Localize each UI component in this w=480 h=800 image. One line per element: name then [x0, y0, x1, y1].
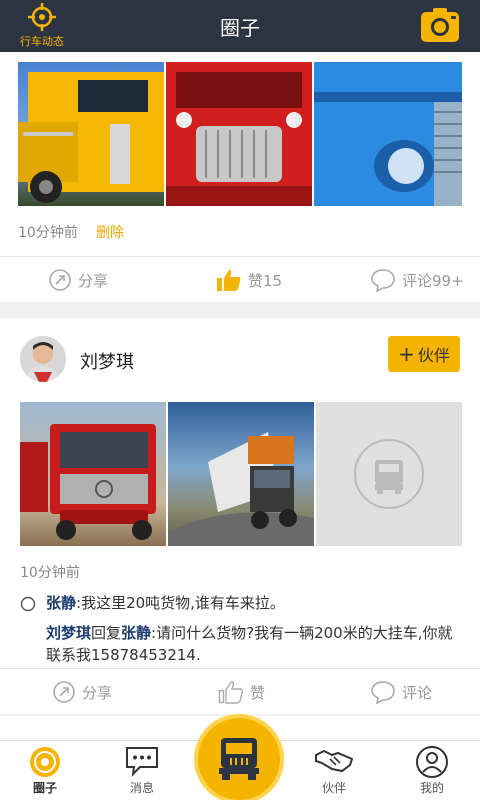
post-time: 10分钟前 [18, 225, 78, 241]
like-button[interactable]: 赞15 [216, 257, 282, 303]
comment-label: 评论 [402, 683, 433, 702]
share-button[interactable]: 分享 [52, 669, 112, 715]
tab-partners[interactable]: 伙伴 [294, 741, 374, 800]
app-header: 行车动态 圈子 [0, 0, 480, 52]
post-photo[interactable] [20, 402, 166, 546]
blue-truck-image [314, 62, 462, 206]
like-label: 赞 [250, 683, 266, 702]
tab-circle[interactable]: 圈子 [5, 741, 85, 800]
reply-author-name[interactable]: 刘梦琪 [46, 624, 91, 642]
commenter-name[interactable]: 张静 [46, 594, 76, 612]
user-photo [20, 336, 66, 382]
tab-label: 伙伴 [321, 781, 346, 795]
truck-placeholder-icon [354, 439, 424, 509]
avatar[interactable] [20, 336, 66, 382]
post-time: 10分钟前 [20, 565, 80, 581]
thumbs-up-icon [217, 269, 241, 291]
post-photos [20, 402, 462, 546]
share-label: 分享 [82, 683, 113, 702]
tab-label: 我的 [419, 781, 444, 795]
comment-count: 评论99+ [402, 271, 464, 290]
yellow-truck-image [18, 72, 164, 203]
comment-bubble-icon [20, 596, 36, 612]
comment-text: :我这里20吨货物,谁有车来拉。 [76, 594, 285, 612]
tab-label: 消息 [129, 781, 154, 795]
comment-button[interactable]: 评论 [370, 669, 432, 715]
profile-icon [416, 746, 448, 778]
reply-target-name[interactable]: 张静 [121, 624, 151, 642]
post-actions: 分享 赞15 评论99+ [0, 256, 480, 302]
tab-messages[interactable]: 消息 [102, 741, 182, 800]
tab-mine[interactable]: 我的 [392, 741, 472, 800]
delete-button[interactable]: 删除 [96, 222, 124, 242]
orange-scania-truck-image [168, 432, 314, 546]
post-card: 10分钟前 删除 分享 赞15 评论99+ [0, 52, 480, 302]
add-partner-label: 伙伴 [417, 346, 450, 365]
circle-target-icon [30, 747, 60, 777]
center-truck-button[interactable] [194, 714, 284, 800]
post-photo[interactable] [166, 62, 312, 206]
comment-item: 张静:我这里20吨货物,谁有车来拉。 [20, 592, 460, 614]
camera-button[interactable] [420, 6, 460, 44]
post-photo[interactable] [168, 402, 314, 546]
post-actions: 分享 赞 评论 [0, 668, 480, 714]
share-icon [49, 269, 71, 291]
handshake-icon [315, 749, 354, 773]
post-photo[interactable] [18, 62, 164, 206]
post-card: 刘梦琪 + 伙伴 10分钟前 张静:我这里20吨货物,谁有车来拉。 刘梦琪回复张… [0, 318, 480, 714]
comment-icon [371, 681, 395, 704]
like-count: 赞15 [248, 271, 283, 290]
truck-icon [219, 738, 259, 780]
comment-icon [371, 269, 395, 292]
message-icon [126, 747, 158, 777]
share-label: 分享 [78, 271, 109, 290]
tab-label: 圈子 [32, 781, 57, 795]
page-title: 圈子 [220, 16, 260, 40]
reply-word: 回复 [91, 624, 122, 642]
post-photo[interactable] [314, 62, 462, 206]
plus-icon: + [398, 342, 415, 366]
reply-item: 刘梦琪回复张静:请问什么货物?我有一辆200米的大挂车,你就联系我1587845… [20, 622, 466, 666]
comment-button[interactable]: 评论99+ [370, 257, 464, 303]
post-author-name[interactable]: 刘梦琪 [80, 348, 134, 374]
share-button[interactable]: 分享 [48, 257, 108, 303]
photo-placeholder[interactable] [316, 402, 462, 546]
post-photos [18, 62, 462, 206]
add-partner-button[interactable]: + 伙伴 [388, 336, 460, 372]
camera-icon [421, 8, 459, 42]
share-icon [53, 681, 75, 703]
red-mercedes-truck-image [20, 424, 156, 540]
thumbs-up-outline-icon [218, 681, 244, 704]
red-truck-image [166, 62, 312, 206]
like-button[interactable]: 赞 [218, 669, 265, 715]
feed-list[interactable]: 10分钟前 删除 分享 赞15 评论99+ 刘梦琪 + 伙伴 10分钟前 张静:… [0, 52, 480, 740]
